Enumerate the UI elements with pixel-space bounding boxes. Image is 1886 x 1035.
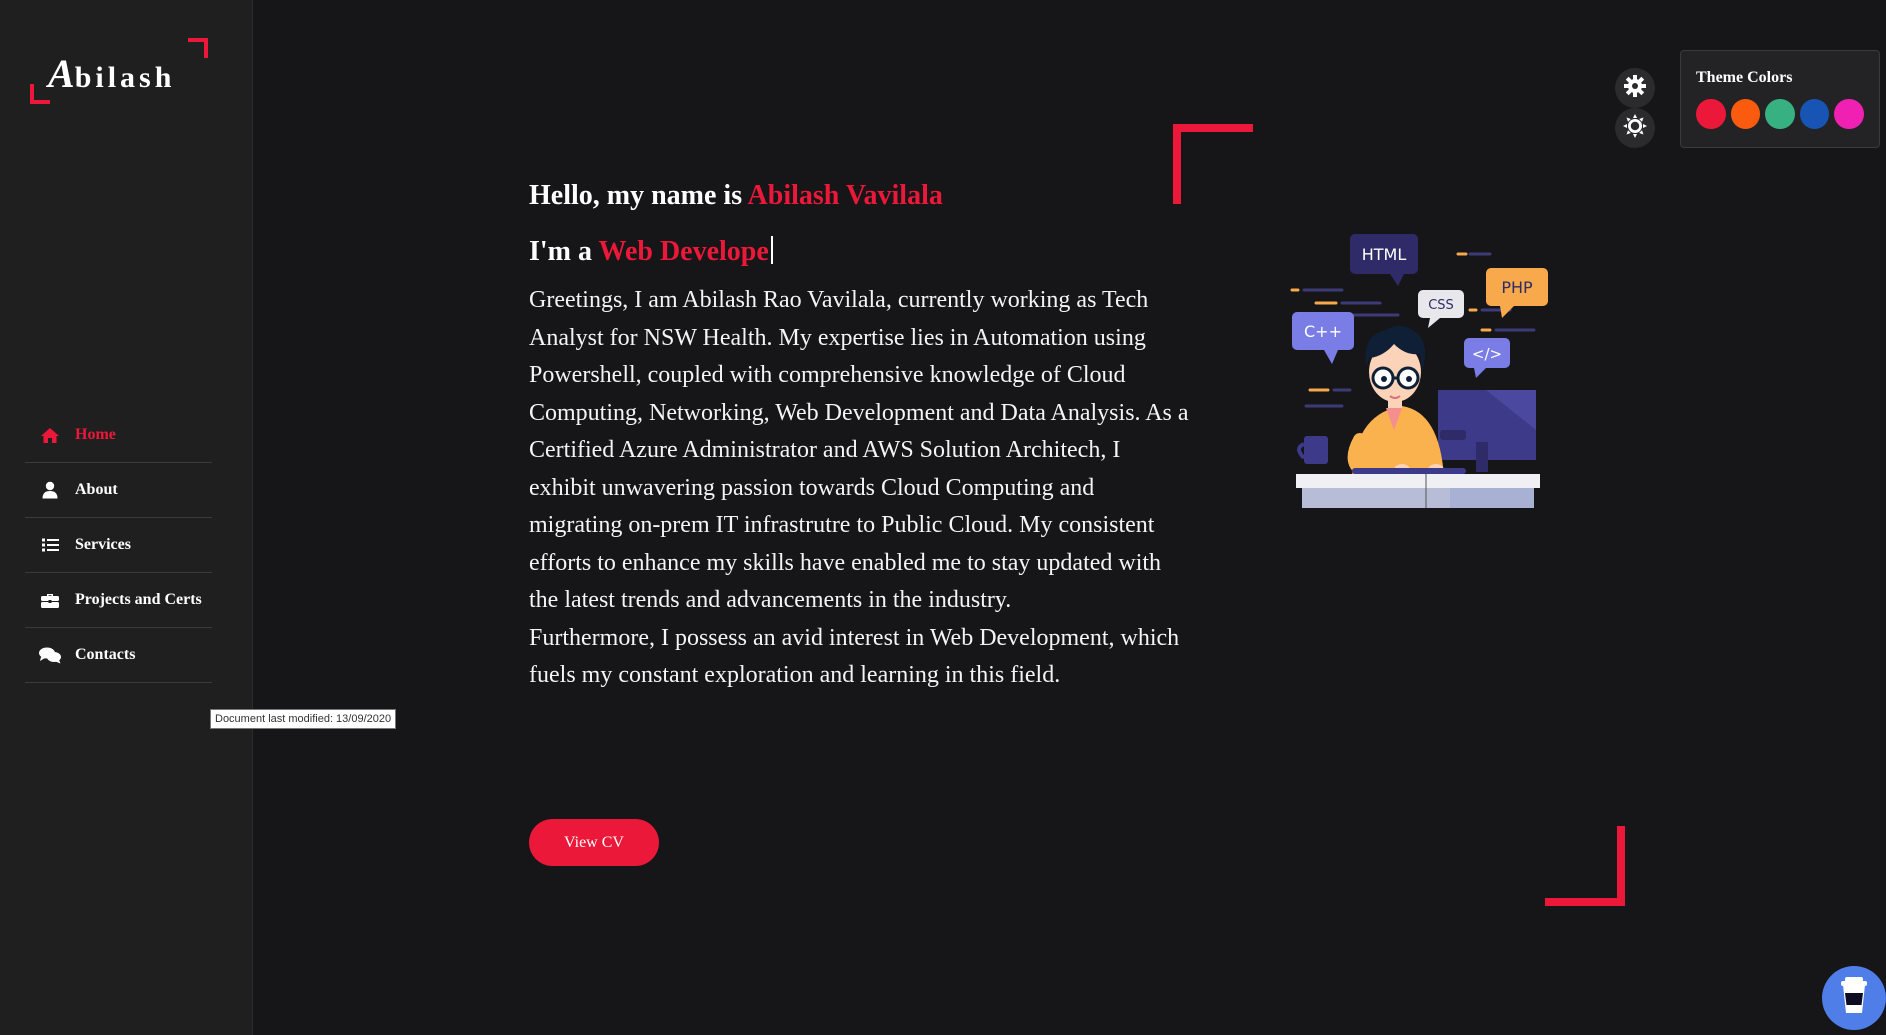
- comments-icon: [39, 646, 61, 664]
- cpp-bubble-label: C++: [1304, 322, 1342, 341]
- settings-button[interactable]: [1615, 68, 1655, 108]
- logo-corner-top-right: [188, 38, 208, 58]
- nav-item-services[interactable]: Services: [25, 518, 212, 573]
- color-swatches: [1696, 99, 1864, 129]
- bio-text: Greetings, I am Abilash Rao Vavilala, cu…: [529, 282, 1189, 695]
- swatch-orange[interactable]: [1730, 99, 1761, 129]
- home-section: Hello, my name is Abilash Vavilala I'm a…: [529, 180, 1189, 695]
- css-bubble-label: CSS: [1428, 298, 1454, 313]
- developer-illustration: HTML CSS PHP C++ </>: [1290, 230, 1552, 508]
- logo-corner-bottom-left: [30, 84, 50, 104]
- sun-icon: [1623, 113, 1647, 143]
- theme-color-panel: Theme Colors: [1680, 50, 1880, 148]
- briefcase-icon: [39, 591, 61, 609]
- logo[interactable]: Abilash: [30, 38, 208, 104]
- nav-item-label: Projects and Certs: [75, 591, 202, 608]
- name-highlight: Abilash Vavilala: [747, 180, 943, 211]
- coffee-cup-icon: [1839, 976, 1869, 1020]
- user-icon: [39, 481, 61, 499]
- nav-item-label: Services: [75, 536, 131, 553]
- code-bubble-label: </>: [1472, 345, 1502, 363]
- nav-item-projects[interactable]: Projects and Certs: [25, 573, 212, 628]
- typed-role: Web Develope: [598, 236, 769, 267]
- typing-caret: [770, 236, 773, 264]
- swatch-red[interactable]: [1696, 99, 1726, 129]
- decorative-frame-bottom-right: [1545, 826, 1625, 906]
- swatch-pink[interactable]: [1834, 99, 1864, 129]
- logo-text: Abilash: [48, 51, 176, 96]
- gear-icon: [1624, 74, 1646, 102]
- buy-me-coffee-button[interactable]: [1822, 966, 1886, 1030]
- nav-item-about[interactable]: About: [25, 463, 212, 518]
- main-nav: Home About Services Projects and Certs C…: [25, 408, 212, 683]
- theme-panel-title: Theme Colors: [1696, 69, 1793, 86]
- bio-paragraph: Greetings, I am Abilash Rao Vavilala, cu…: [529, 287, 1189, 613]
- nav-item-label: Home: [75, 426, 116, 443]
- role-heading: I'm a Web Develope: [529, 236, 1189, 268]
- nav-item-home[interactable]: Home: [25, 408, 212, 463]
- home-icon: [39, 426, 61, 444]
- bio-paragraph: Furthermore, I possess an avid interest …: [529, 624, 1180, 689]
- last-modified-tooltip: Document last modified: 13/09/2020: [210, 709, 397, 729]
- nav-item-contacts[interactable]: Contacts: [25, 628, 212, 683]
- list-icon: [39, 536, 61, 554]
- view-cv-button[interactable]: View CV: [529, 819, 659, 866]
- swatch-green[interactable]: [1765, 99, 1795, 129]
- greeting-heading: Hello, my name is Abilash Vavilala: [529, 180, 943, 211]
- php-bubble-label: PHP: [1501, 278, 1533, 297]
- day-night-toggle-button[interactable]: [1615, 108, 1655, 148]
- sidebar: Abilash Home About Services Projects and…: [0, 0, 253, 1035]
- html-bubble-label: HTML: [1362, 245, 1407, 264]
- swatch-blue[interactable]: [1799, 99, 1830, 129]
- nav-item-label: About: [75, 481, 118, 498]
- nav-item-label: Contacts: [75, 646, 136, 663]
